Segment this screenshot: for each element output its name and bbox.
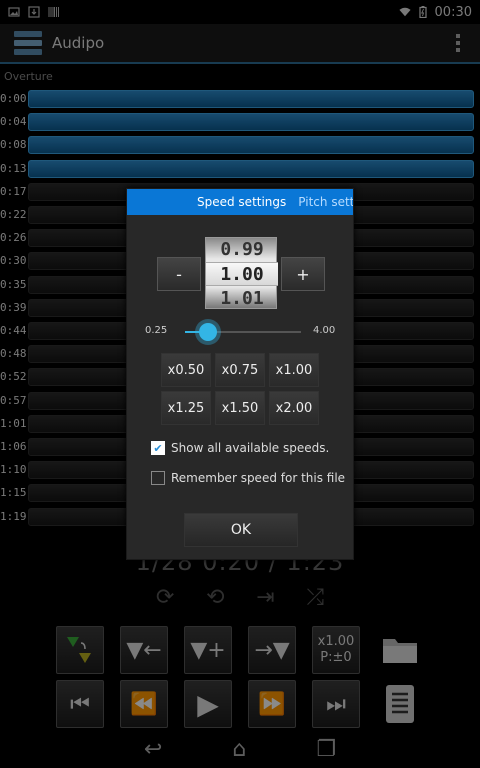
slider-thumb[interactable] <box>199 323 217 341</box>
picker-next-value[interactable]: 1.01 <box>206 288 278 310</box>
remember-speed-row[interactable]: Remember speed for this file <box>151 471 345 485</box>
remember-speed-checkbox[interactable] <box>151 471 165 485</box>
picker-prev-value[interactable]: 0.99 <box>206 238 278 262</box>
speed-picker[interactable]: 0.99 1.00 1.01 <box>205 237 278 310</box>
preset-button[interactable]: x0.75 <box>215 353 265 387</box>
speed-decrement-button[interactable]: - <box>157 257 201 291</box>
remember-speed-label: Remember speed for this file <box>171 471 346 485</box>
dialog-tabs: Speed settings Pitch setti <box>127 189 353 215</box>
slider-max-label: 4.00 <box>313 325 336 336</box>
picker-current-value[interactable]: 1.00 <box>206 262 278 286</box>
show-all-speeds-label: Show all available speeds. <box>171 441 330 455</box>
ok-button[interactable]: OK <box>184 513 298 547</box>
preset-button[interactable]: x1.25 <box>161 391 211 425</box>
tab-speed-settings[interactable]: Speed settings <box>197 195 286 209</box>
speed-slider[interactable] <box>185 323 301 341</box>
speed-presets: x0.50 x0.75 x1.00 x1.25 x1.50 x2.00 <box>161 353 319 425</box>
tab-pitch-settings[interactable]: Pitch setti <box>298 195 353 209</box>
preset-button[interactable]: x2.00 <box>269 391 319 425</box>
speed-settings-dialog: Speed settings Pitch setti - 0.99 1.00 1… <box>126 188 354 560</box>
preset-button[interactable]: x1.00 <box>269 353 319 387</box>
preset-button[interactable]: x0.50 <box>161 353 211 387</box>
show-all-speeds-row[interactable]: ✔ Show all available speeds. <box>151 441 329 455</box>
show-all-speeds-checkbox[interactable]: ✔ <box>151 441 165 455</box>
preset-button[interactable]: x1.50 <box>215 391 265 425</box>
slider-min-label: 0.25 <box>145 325 168 336</box>
speed-increment-button[interactable]: + <box>281 257 325 291</box>
